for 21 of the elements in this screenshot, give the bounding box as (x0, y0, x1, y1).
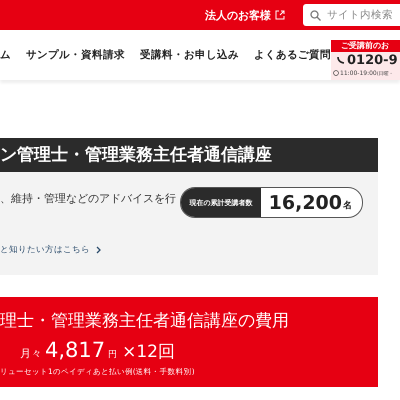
chevron-right-icon (96, 246, 101, 254)
nav-link[interactable]: よくあるご質問 (254, 48, 331, 62)
installment-count: ×12回 (122, 341, 176, 363)
corporate-link[interactable]: 法人のお客様 (205, 8, 285, 22)
clock-icon (333, 70, 339, 76)
nav-link[interactable]: ム (0, 48, 11, 62)
more-info-link[interactable]: と知りたい方はこちら (0, 244, 101, 256)
counter-value: 16,200 名 (268, 190, 353, 216)
search-field[interactable]: サイト内検索 (303, 4, 400, 26)
price-title: 理士・管理業務主任者通信講座の費用 (0, 310, 290, 332)
price-prefix: 月々 (20, 346, 42, 361)
external-link-icon (275, 10, 285, 20)
phone-icon (337, 56, 345, 64)
phone-number[interactable]: 0120-9 (347, 52, 398, 68)
price-amount: 4,817 (45, 338, 106, 362)
price-unit: 円 (108, 349, 118, 361)
nav-link[interactable]: サンプル・資料請求 (26, 48, 125, 62)
course-title: ン管理士・管理業務主任者通信講座 (0, 138, 378, 172)
nav-link[interactable]: 受講料・お申し込み (140, 48, 239, 62)
contact-heading: ご受講前のお (331, 40, 400, 52)
course-description: 、維持・管理などのアドバイスを行 (0, 191, 176, 206)
